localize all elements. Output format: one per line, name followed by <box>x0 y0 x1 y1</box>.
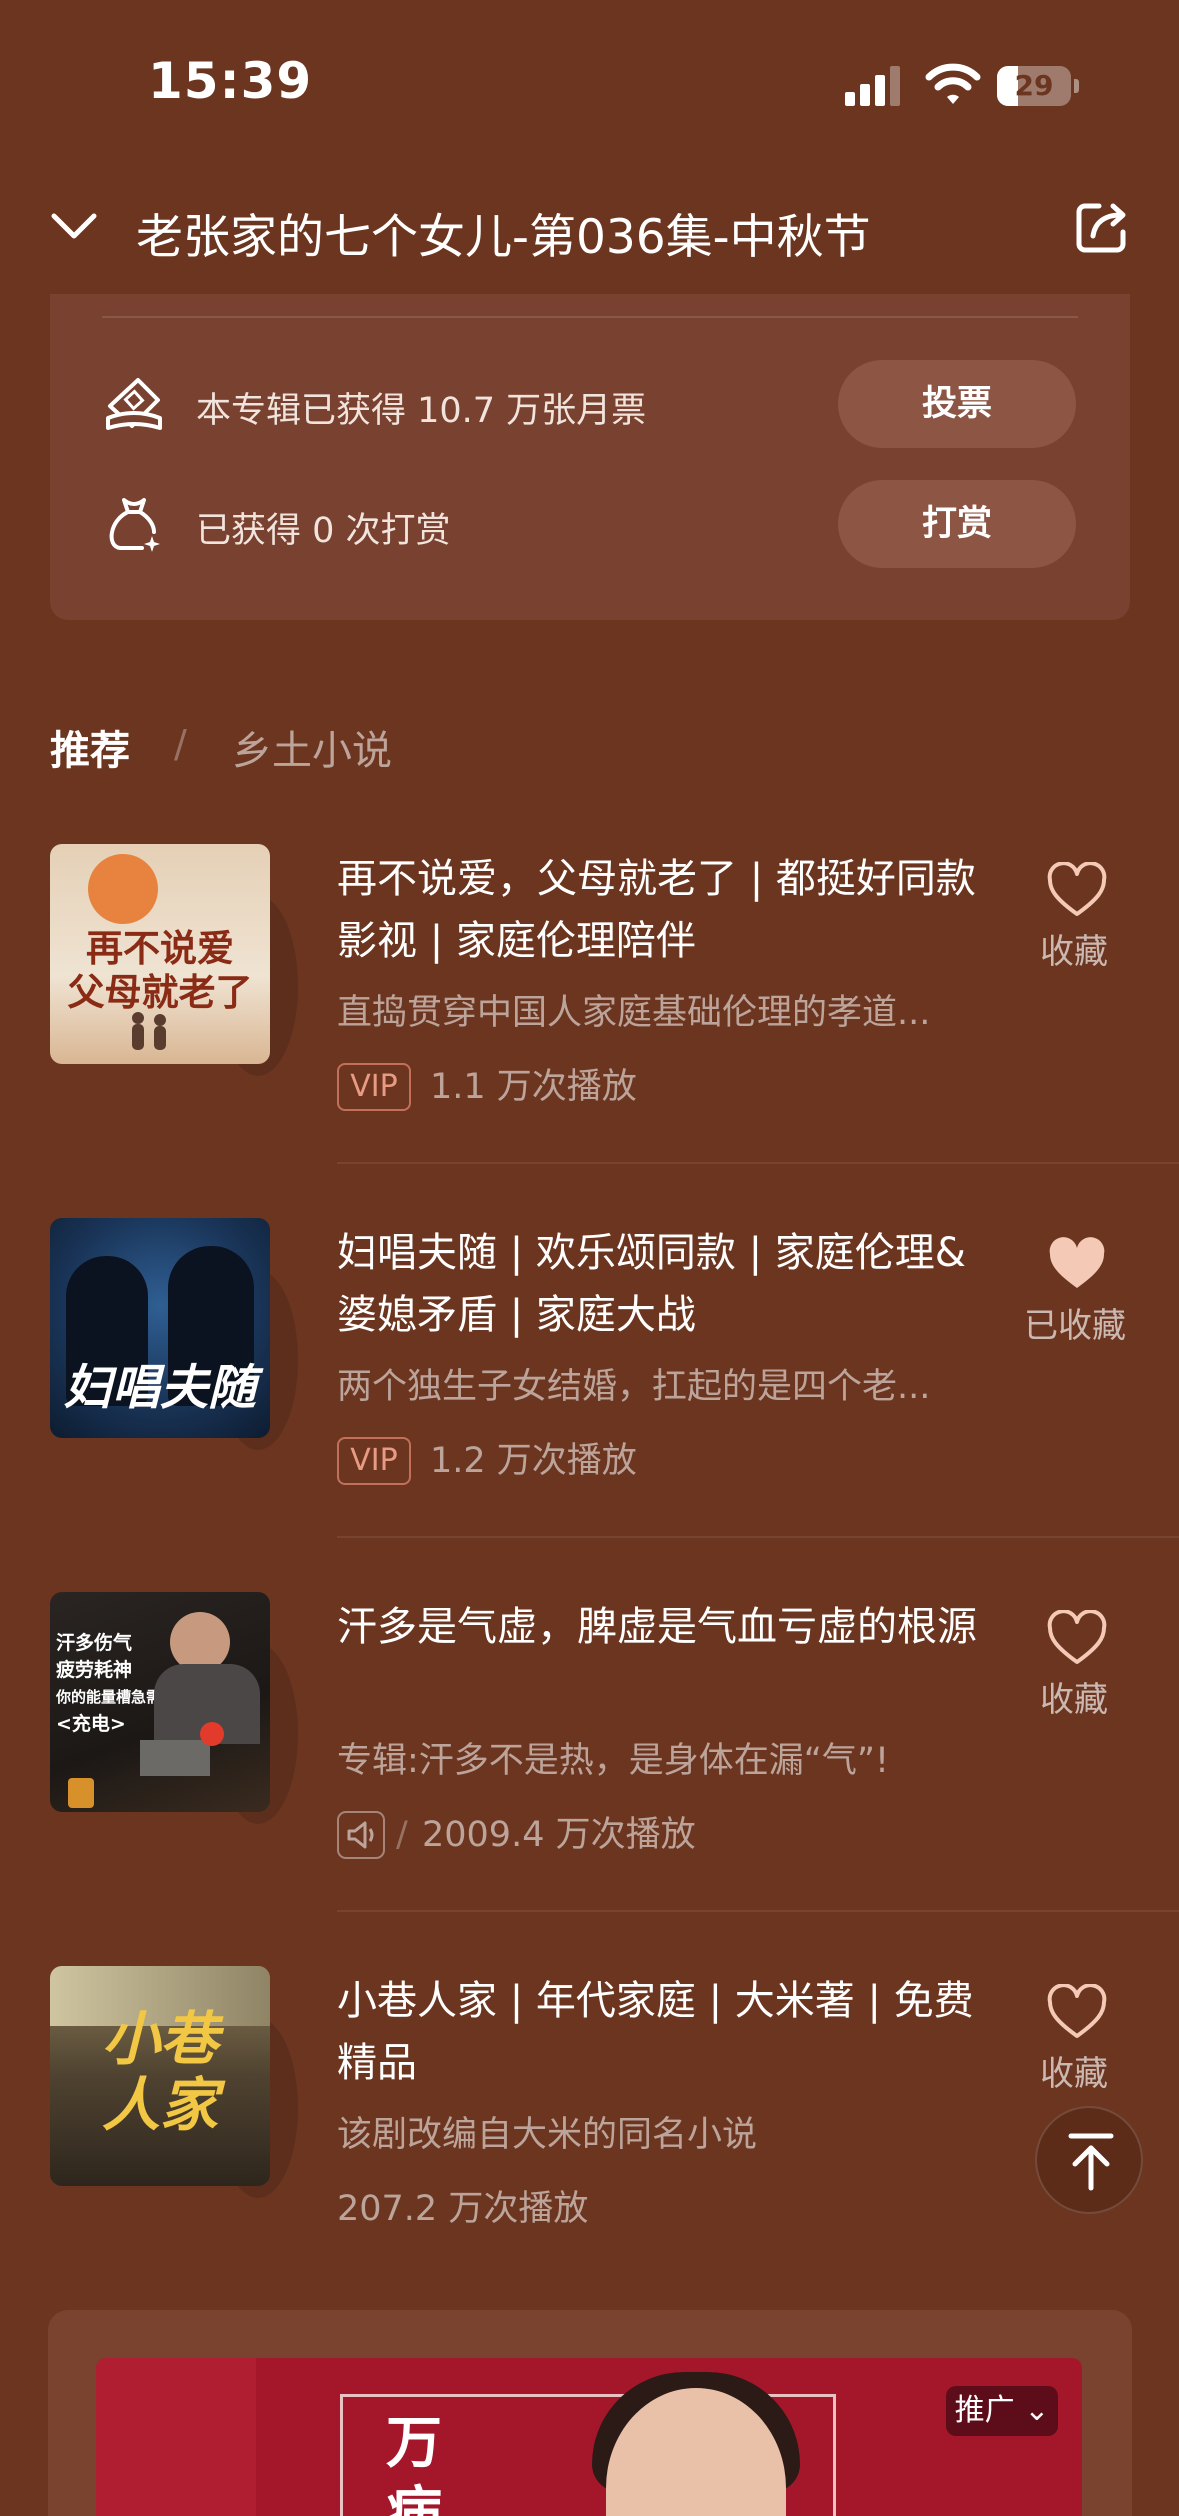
ticket-icon <box>106 378 162 430</box>
favorite-label[interactable]: 收藏 <box>1040 2046 1108 2095</box>
cover-line: 汗多伤气 <box>56 1632 133 1654</box>
page-title: 老张家的七个女儿-第036集-中秋节 <box>136 210 871 265</box>
heart-outline-icon[interactable] <box>1046 1984 1108 2040</box>
item-description: 两个独生子女结婚，扛起的是四个老... <box>337 1367 931 1407</box>
favorite-label[interactable]: 收藏 <box>1040 924 1108 973</box>
play-count: 2009.4 万次播放 <box>422 1815 696 1855</box>
item-title[interactable]: 妇唱夫随 | 欢乐颂同款 | 家庭伦理&婆媳矛盾 | 家庭大战 <box>337 1222 977 1346</box>
vote-button[interactable]: 投票 <box>838 360 1076 448</box>
tab-separator: / <box>174 722 187 766</box>
tab-recommend[interactable]: 推荐 <box>50 718 130 776</box>
cover-title: 妇唱夫随 <box>63 1360 256 1416</box>
cover-title: 小巷 人家 <box>101 2005 218 2139</box>
support-card <box>50 294 1130 620</box>
play-count: 207.2 万次播放 <box>337 2189 589 2229</box>
heart-filled-icon[interactable] <box>1046 1236 1108 1292</box>
reward-button[interactable]: 打赏 <box>838 480 1076 568</box>
tab-rural-fiction[interactable]: 乡土小说 <box>232 718 392 776</box>
item-description: 专辑:汗多不是热，是身体在漏“气”! <box>337 1741 890 1781</box>
ad-text: 万 <box>386 2410 442 2476</box>
speaker-icon <box>337 1811 385 1859</box>
share-icon[interactable] <box>1073 198 1131 256</box>
battery-level: 29 <box>1014 69 1054 102</box>
promo-badge[interactable]: 推广 ⌄ <box>946 2386 1058 2436</box>
status-time: 15:39 <box>148 52 313 110</box>
ad-text: 病 <box>386 2480 442 2516</box>
back-to-top-button[interactable] <box>1035 2106 1143 2214</box>
list-item[interactable]: 汗多伤气 疲劳耗神 你的能量槽急需 <充电> 汗多是气虚，脾虚是气血亏虚的根源 … <box>0 1592 1179 1966</box>
item-title[interactable]: 再不说爱，父母就老了 | 都挺好同款影视 | 家庭伦理陪伴 <box>337 848 977 972</box>
album-cover[interactable]: 小巷 人家 <box>50 1966 270 2186</box>
item-description: 该剧改编自大米的同名小说 <box>337 2115 758 2155</box>
play-count: 1.2 万次播放 <box>430 1441 637 1481</box>
list-item[interactable]: 小巷 人家 小巷人家 | 年代家庭 | 大米著 | 免费精品 该剧改编自大米的同… <box>0 1966 1179 2340</box>
battery-icon: 29 <box>997 66 1079 106</box>
item-title[interactable]: 小巷人家 | 年代家庭 | 大米著 | 免费精品 <box>337 1970 977 2094</box>
play-count: 1.1 万次播放 <box>430 1067 637 1107</box>
heart-outline-icon[interactable] <box>1046 1610 1108 1666</box>
chevron-down-icon[interactable] <box>48 206 100 246</box>
album-cover[interactable]: 妇唱夫随 <box>50 1218 270 1438</box>
ad-banner[interactable]: 万 病 <box>96 2358 1082 2516</box>
separator: / <box>396 1815 408 1855</box>
cellular-signal-icon <box>845 66 900 106</box>
item-description: 直捣贯穿中国人家庭基础伦理的孝道... <box>337 993 931 1033</box>
wifi-icon <box>925 63 981 104</box>
arrow-up-icon <box>1068 2133 1114 2191</box>
item-title[interactable]: 汗多是气虚，脾虚是气血亏虚的根源 <box>337 1596 977 1658</box>
list-item[interactable]: 妇唱夫随 妇唱夫随 | 欢乐颂同款 | 家庭伦理&婆媳矛盾 | 家庭大战 两个独… <box>0 1218 1179 1592</box>
cover-title: 再不说爱 父母就老了 <box>67 926 253 1014</box>
favorited-label[interactable]: 已收藏 <box>1024 1298 1126 1347</box>
reward-count-text: 已获得 0 次打赏 <box>196 511 451 551</box>
heart-outline-icon[interactable] <box>1046 862 1108 918</box>
album-cover[interactable]: 汗多伤气 疲劳耗神 你的能量槽急需 <充电> <box>50 1592 270 1812</box>
album-cover[interactable]: 再不说爱 父母就老了 <box>50 844 270 1064</box>
vip-badge: VIP <box>337 1437 411 1485</box>
ticket-count-text: 本专辑已获得 10.7 万张月票 <box>196 391 647 431</box>
reward-bag-icon <box>109 498 160 552</box>
vip-badge: VIP <box>337 1063 411 1111</box>
divider <box>102 316 1078 318</box>
favorite-label[interactable]: 收藏 <box>1040 1672 1108 1721</box>
list-item[interactable]: 再不说爱 父母就老了 再不说爱，父母就老了 | 都挺好同款影视 | 家庭伦理陪伴… <box>0 844 1179 1218</box>
